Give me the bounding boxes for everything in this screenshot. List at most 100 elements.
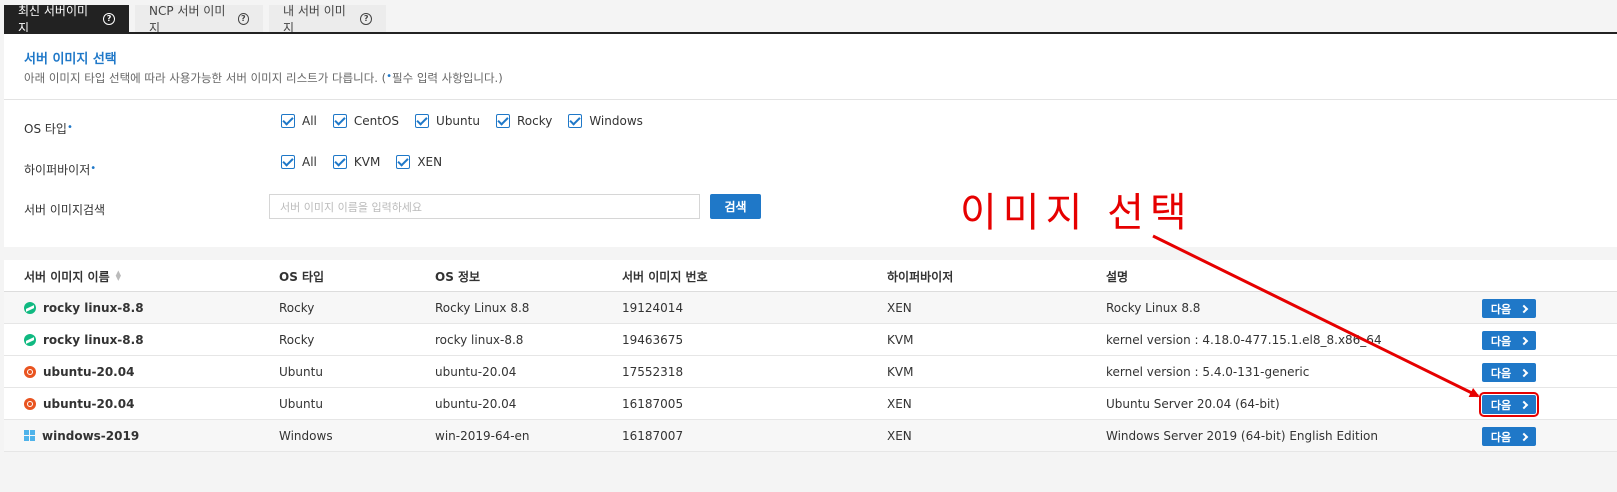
chevron-right-icon — [1519, 432, 1529, 441]
checkbox-checked-icon[interactable] — [495, 114, 510, 128]
col-header-image-no: 서버 이미지 번호 — [622, 269, 708, 284]
next-label: 다음 — [1490, 366, 1512, 380]
os-type-label: OS 타입• — [24, 120, 73, 137]
checkbox-checked-icon[interactable] — [415, 114, 430, 128]
col-header-desc: 설명 — [1106, 269, 1129, 284]
checkbox-checked-icon[interactable] — [281, 155, 295, 169]
image-table: 서버 이미지 이름 ▲ ▼ OS 타입 OS 정보 서버 이미지 번호 하이퍼바이… — [4, 260, 1617, 452]
hypervisor-label: 하이퍼바이저• — [24, 161, 96, 178]
next-button-highlighted[interactable]: 다음 — [1479, 392, 1539, 417]
help-icon[interactable]: ? — [237, 13, 249, 25]
hypervisor-cell: XEN — [887, 428, 912, 443]
checkbox-label: All — [302, 155, 317, 169]
col-header-os-info: OS 정보 — [435, 269, 481, 284]
next-button[interactable]: 다음 — [1482, 427, 1536, 446]
checkbox-os-centos[interactable]: CentOS — [332, 114, 400, 128]
table-header: 서버 이미지 이름 ▲ ▼ OS 타입 OS 정보 서버 이미지 번호 하이퍼바이… — [4, 260, 1617, 292]
filter-panel: 서버 이미지 선택 아래 이미지 타입 선택에 따라 사용가능한 서버 이미지 … — [4, 34, 1617, 247]
checkbox-label: CentOS — [353, 114, 400, 128]
next-label: 다음 — [1490, 430, 1512, 444]
next-label: 다음 — [1490, 302, 1512, 316]
next-label: 다음 — [1490, 398, 1512, 412]
desc-text-end: 필수 입력 사항입니다.) — [392, 71, 503, 85]
desc-cell: Rocky Linux 8.8 — [1106, 300, 1201, 315]
chevron-right-icon — [1519, 304, 1529, 313]
hypervisor-cell: XEN — [887, 396, 912, 411]
hypervisor-label-text: 하이퍼바이저 — [24, 163, 91, 177]
image-name: windows-2019 — [42, 428, 140, 443]
checkbox-hv-kvm[interactable]: KVM — [332, 155, 381, 169]
hypervisor-cell: KVM — [887, 364, 914, 379]
checkbox-os-windows[interactable]: Windows — [568, 114, 643, 128]
help-icon[interactable]: ? — [103, 13, 115, 25]
image-no-cell: 19463675 — [622, 332, 684, 347]
os-info-cell: Rocky Linux 8.8 — [435, 300, 530, 315]
required-dot: • — [386, 71, 393, 82]
checkbox-label: Rocky — [516, 114, 553, 128]
help-icon[interactable]: ? — [360, 13, 372, 25]
os-type-checkboxes: All CentOS Ubuntu Rocky Windows — [281, 114, 659, 128]
table-row[interactable]: ubuntu-20.04 Ubuntu ubuntu-20.04 1618700… — [4, 388, 1617, 420]
checkbox-checked-icon[interactable] — [281, 114, 295, 128]
chevron-right-icon — [1519, 368, 1529, 377]
annotation-text: 이미지 선택 — [960, 190, 1193, 236]
checkbox-label: Ubuntu — [436, 114, 480, 128]
image-name: ubuntu-20.04 — [43, 364, 135, 379]
tab-label: 최신 서버이미지 — [18, 4, 89, 35]
divider — [4, 99, 1617, 100]
os-type-cell: Ubuntu — [279, 396, 323, 411]
checkbox-checked-icon[interactable] — [396, 155, 411, 169]
checkbox-label: KVM — [353, 155, 381, 169]
search-button[interactable]: 검색 — [710, 194, 761, 219]
rocky-icon — [24, 333, 36, 346]
desc-cell: Windows Server 2019 (64-bit) English Edi… — [1106, 428, 1378, 443]
table-row[interactable]: rocky linux-8.8 Rocky rocky linux-8.8 19… — [4, 324, 1617, 356]
col-header-name[interactable]: 서버 이미지 이름 ▲ ▼ — [24, 260, 121, 292]
image-name: rocky linux-8.8 — [43, 332, 144, 347]
table-row[interactable]: rocky linux-8.8 Rocky Rocky Linux 8.8 19… — [4, 292, 1617, 324]
os-type-cell: Windows — [279, 428, 333, 443]
required-dot: • — [66, 122, 73, 133]
desc-cell: kernel version : 4.18.0-477.15.1.el8_8.x… — [1106, 332, 1382, 347]
next-button[interactable]: 다음 — [1482, 299, 1536, 318]
checkbox-os-ubuntu[interactable]: Ubuntu — [415, 114, 480, 128]
desc-cell: Ubuntu Server 20.04 (64-bit) — [1106, 396, 1280, 411]
table-row[interactable]: windows-2019 Windows win-2019-64-en 1618… — [4, 420, 1617, 452]
hypervisor-checkboxes: All KVM XEN — [281, 155, 458, 169]
search-input[interactable]: 서버 이미지 이름을 입력하세요 — [269, 194, 700, 219]
checkbox-os-rocky[interactable]: Rocky — [495, 114, 553, 128]
table-row[interactable]: ubuntu-20.04 Ubuntu ubuntu-20.04 1755231… — [4, 356, 1617, 388]
checkbox-checked-icon[interactable] — [568, 114, 583, 128]
tab-latest-images[interactable]: 최신 서버이미지 ? — [4, 4, 129, 35]
hypervisor-cell: XEN — [887, 300, 912, 315]
tab-label: 내 서버 이미지 — [283, 4, 346, 35]
panel-title: 서버 이미지 선택 — [24, 52, 117, 67]
image-name-cell: ubuntu-20.04 — [24, 356, 134, 387]
hypervisor-cell: KVM — [887, 332, 914, 347]
os-info-cell: ubuntu-20.04 — [435, 364, 517, 379]
rocky-icon — [24, 301, 36, 314]
image-name-cell: ubuntu-20.04 — [24, 388, 134, 419]
image-no-cell: 19124014 — [622, 300, 684, 315]
checkbox-os-all[interactable]: All — [281, 114, 317, 128]
os-type-label-text: OS 타입 — [24, 122, 67, 136]
chevron-right-icon — [1519, 336, 1529, 345]
checkbox-checked-icon[interactable] — [332, 155, 347, 169]
tab-my-images[interactable]: 내 서버 이미지 ? — [269, 4, 386, 35]
os-type-cell: Ubuntu — [279, 364, 323, 379]
os-info-cell: rocky linux-8.8 — [435, 332, 524, 347]
sort-icon[interactable]: ▲ ▼ — [116, 270, 121, 282]
col-header-hypervisor: 하이퍼바이저 — [887, 269, 954, 284]
desc-cell: kernel version : 5.4.0-131-generic — [1106, 364, 1310, 379]
image-no-cell: 17552318 — [622, 364, 684, 379]
checkbox-hv-xen[interactable]: XEN — [396, 155, 442, 169]
next-button[interactable]: 다음 — [1482, 363, 1536, 382]
tab-ncp-images[interactable]: NCP 서버 이미지 ? — [135, 4, 263, 35]
ubuntu-icon — [24, 397, 36, 410]
checkbox-label: Windows — [589, 114, 643, 128]
image-no-cell: 16187005 — [622, 396, 684, 411]
checkbox-checked-icon[interactable] — [332, 114, 347, 128]
next-button[interactable]: 다음 — [1482, 331, 1536, 350]
checkbox-hv-all[interactable]: All — [281, 155, 317, 169]
image-name: rocky linux-8.8 — [43, 300, 144, 315]
